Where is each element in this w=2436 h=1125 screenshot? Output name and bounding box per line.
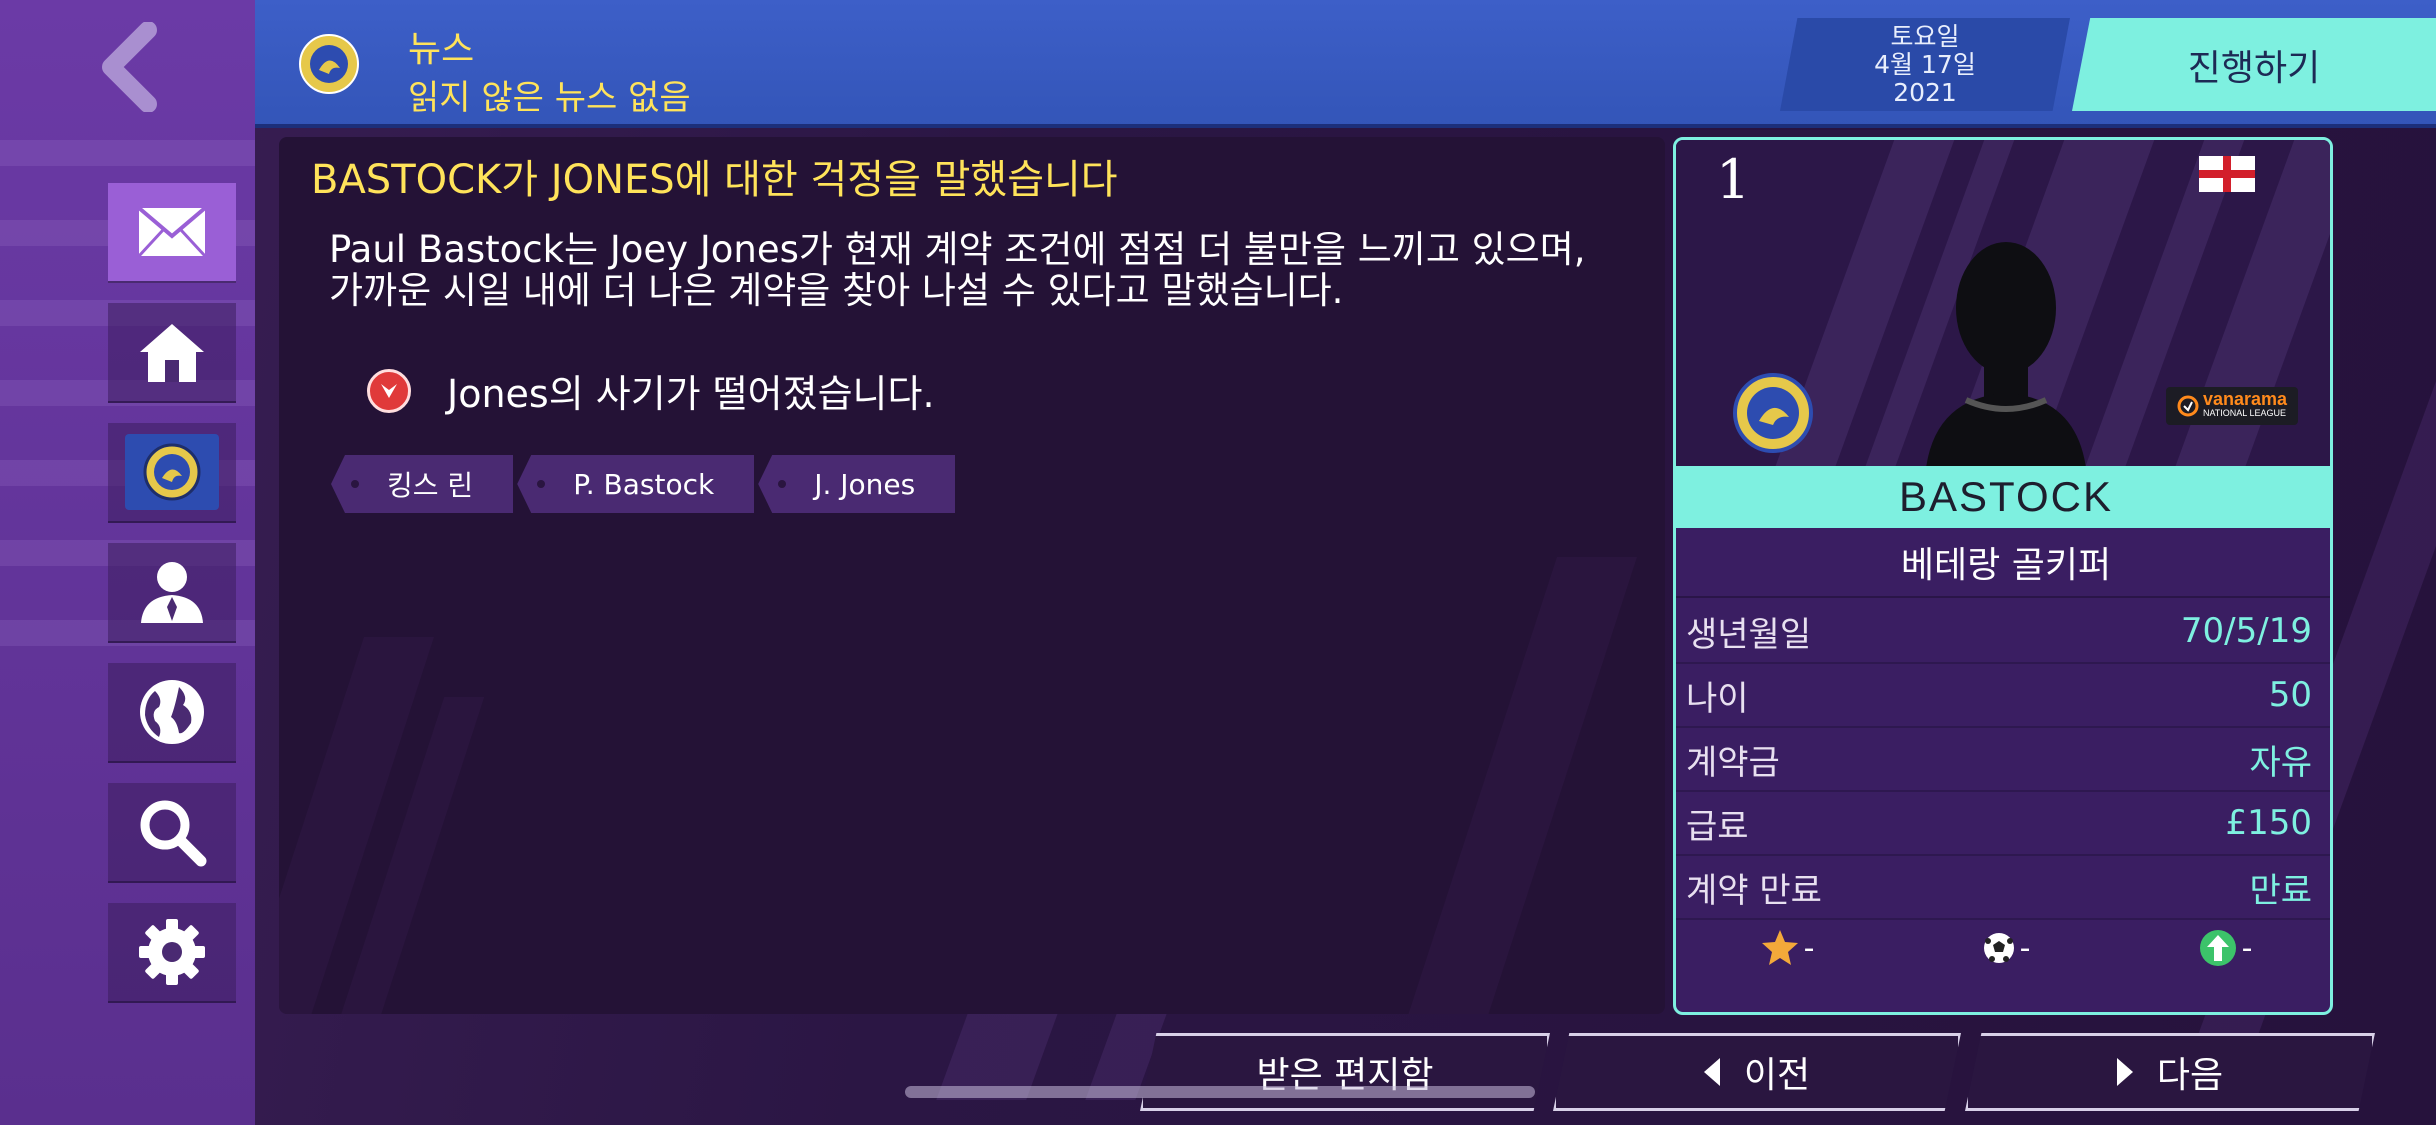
arrow-up-circle-icon bbox=[2199, 930, 2236, 966]
date-year: 2021 bbox=[1893, 77, 1957, 107]
news-article-panel: BASTOCK가 JONES에 대한 걱정을 말했습니다 Paul Bastoc… bbox=[279, 137, 1665, 1014]
envelope-icon bbox=[137, 206, 207, 258]
england-flag-icon bbox=[2199, 156, 2255, 192]
stat-label: 계약 만료 bbox=[1686, 870, 1822, 911]
form-value: - bbox=[2241, 930, 2253, 966]
date-day: 4월 17일 bbox=[1874, 49, 1976, 79]
player-card[interactable]: 1 vanarama NATIONAL LEAGUE BASTOCK 베테랑 골… bbox=[1673, 137, 2333, 1015]
sidebar-item-search[interactable] bbox=[108, 783, 236, 883]
stat-row-transfer-fee: 계약금 자유 bbox=[1676, 728, 2330, 792]
continue-button[interactable]: 진행하기 bbox=[2072, 18, 2436, 111]
previous-button[interactable]: 이전 bbox=[1553, 1033, 1961, 1111]
back-button[interactable] bbox=[88, 22, 168, 112]
previous-button-label: 이전 bbox=[1743, 1055, 1811, 1096]
sidebar-item-inbox[interactable] bbox=[108, 183, 236, 283]
stat-label: 생년월일 bbox=[1686, 614, 1812, 655]
stat-value: £150 bbox=[2225, 803, 2312, 843]
sidebar bbox=[0, 0, 255, 1125]
article-body-line: 가까운 시일 내에 더 나은 계약을 찾아 나설 수 있다고 말했습니다. bbox=[329, 269, 1344, 312]
article-body: Paul Bastock는 Joey Jones가 현재 계약 조건에 점점 더… bbox=[329, 229, 1649, 311]
stat-value: 70/5/19 bbox=[2180, 611, 2312, 651]
stat-row-age: 나이 50 bbox=[1676, 664, 2330, 728]
vanarama-icon bbox=[2177, 395, 2199, 417]
rating-value: - bbox=[1803, 930, 1815, 966]
home-icon bbox=[140, 324, 204, 382]
stat-value: 50 bbox=[2268, 675, 2312, 715]
star-icon bbox=[1761, 930, 1798, 965]
sponsor-league: NATIONAL LEAGUE bbox=[2202, 408, 2286, 418]
player-silhouette bbox=[1926, 242, 2086, 466]
sidebar-item-settings[interactable] bbox=[108, 903, 236, 1003]
player-position: 베테랑 골키퍼 bbox=[1676, 528, 2330, 598]
rating-stat: - bbox=[1760, 928, 1815, 968]
article-headline: BASTOCK가 JONES에 대한 걱정을 말했습니다 bbox=[311, 157, 1118, 203]
squad-number: 1 bbox=[1716, 148, 1751, 211]
football-icon bbox=[1983, 933, 2014, 963]
stat-row-contract-expiry: 계약 만료 만료 bbox=[1676, 856, 2330, 920]
morale-change: Jones의 사기가 떨어졌습니다. bbox=[367, 363, 935, 418]
triangle-right-icon bbox=[2116, 1058, 2133, 1086]
tag-player-jones[interactable]: J. Jones bbox=[758, 455, 956, 513]
club-crest-icon bbox=[1733, 373, 1813, 453]
stat-value: 자유 bbox=[2249, 742, 2312, 783]
sidebar-item-world[interactable] bbox=[108, 663, 236, 763]
goals-value: - bbox=[2019, 930, 2031, 966]
date-weekday: 토요일 bbox=[1890, 21, 1960, 51]
stat-label: 나이 bbox=[1686, 678, 1749, 719]
chevron-left-icon bbox=[102, 22, 157, 112]
gear-icon bbox=[139, 919, 205, 985]
person-icon bbox=[141, 562, 203, 623]
stat-label: 급료 bbox=[1686, 806, 1749, 847]
club-crest-icon bbox=[299, 34, 359, 94]
sidebar-item-club[interactable] bbox=[108, 423, 236, 523]
header-divider bbox=[255, 124, 2436, 128]
morale-down-icon bbox=[367, 368, 411, 413]
inbox-button[interactable]: 받은 편지함 bbox=[1140, 1033, 1550, 1111]
goals-stat: - bbox=[1982, 930, 2031, 966]
player-name: BASTOCK bbox=[1676, 466, 2330, 528]
next-button[interactable]: 다음 bbox=[1965, 1033, 2375, 1111]
form-stat: - bbox=[2198, 928, 2253, 968]
player-card-header: 1 vanarama NATIONAL LEAGUE bbox=[1676, 140, 2330, 466]
stat-row-birthdate: 생년월일 70/5/19 bbox=[1676, 600, 2330, 664]
stat-row-wage: 급료 £150 bbox=[1676, 792, 2330, 856]
tag-club[interactable]: 킹스 린 bbox=[331, 455, 514, 513]
tag-player-bastock[interactable]: P. Bastock bbox=[517, 455, 755, 513]
article-body-line: Paul Bastock는 Joey Jones가 현재 계약 조건에 점점 더… bbox=[329, 228, 1586, 271]
current-date: 토요일 4월 17일 2021 bbox=[1780, 18, 2070, 111]
home-indicator[interactable] bbox=[905, 1086, 1535, 1098]
stat-value: 만료 bbox=[2249, 870, 2312, 911]
next-button-label: 다음 bbox=[2156, 1055, 2224, 1096]
article-tags: 킹스 린 P. Bastock J. Jones bbox=[331, 455, 956, 513]
stat-label: 계약금 bbox=[1686, 742, 1780, 783]
triangle-left-icon bbox=[1703, 1058, 1720, 1086]
player-icon-stats: - - - bbox=[1676, 913, 2330, 983]
sponsor-name: vanarama bbox=[2202, 389, 2288, 409]
sidebar-item-manager[interactable] bbox=[108, 543, 236, 643]
league-sponsor-logo: vanarama NATIONAL LEAGUE bbox=[2166, 387, 2298, 425]
globe-icon bbox=[140, 680, 204, 744]
sidebar-item-home[interactable] bbox=[108, 303, 236, 403]
morale-text: Jones의 사기가 떨어졌습니다. bbox=[447, 372, 935, 416]
magnifier-icon bbox=[140, 800, 207, 867]
unread-status: 읽지 않은 뉴스 없음 bbox=[408, 78, 691, 118]
club-crest-icon bbox=[143, 443, 201, 501]
page-title: 뉴스 bbox=[408, 29, 475, 70]
